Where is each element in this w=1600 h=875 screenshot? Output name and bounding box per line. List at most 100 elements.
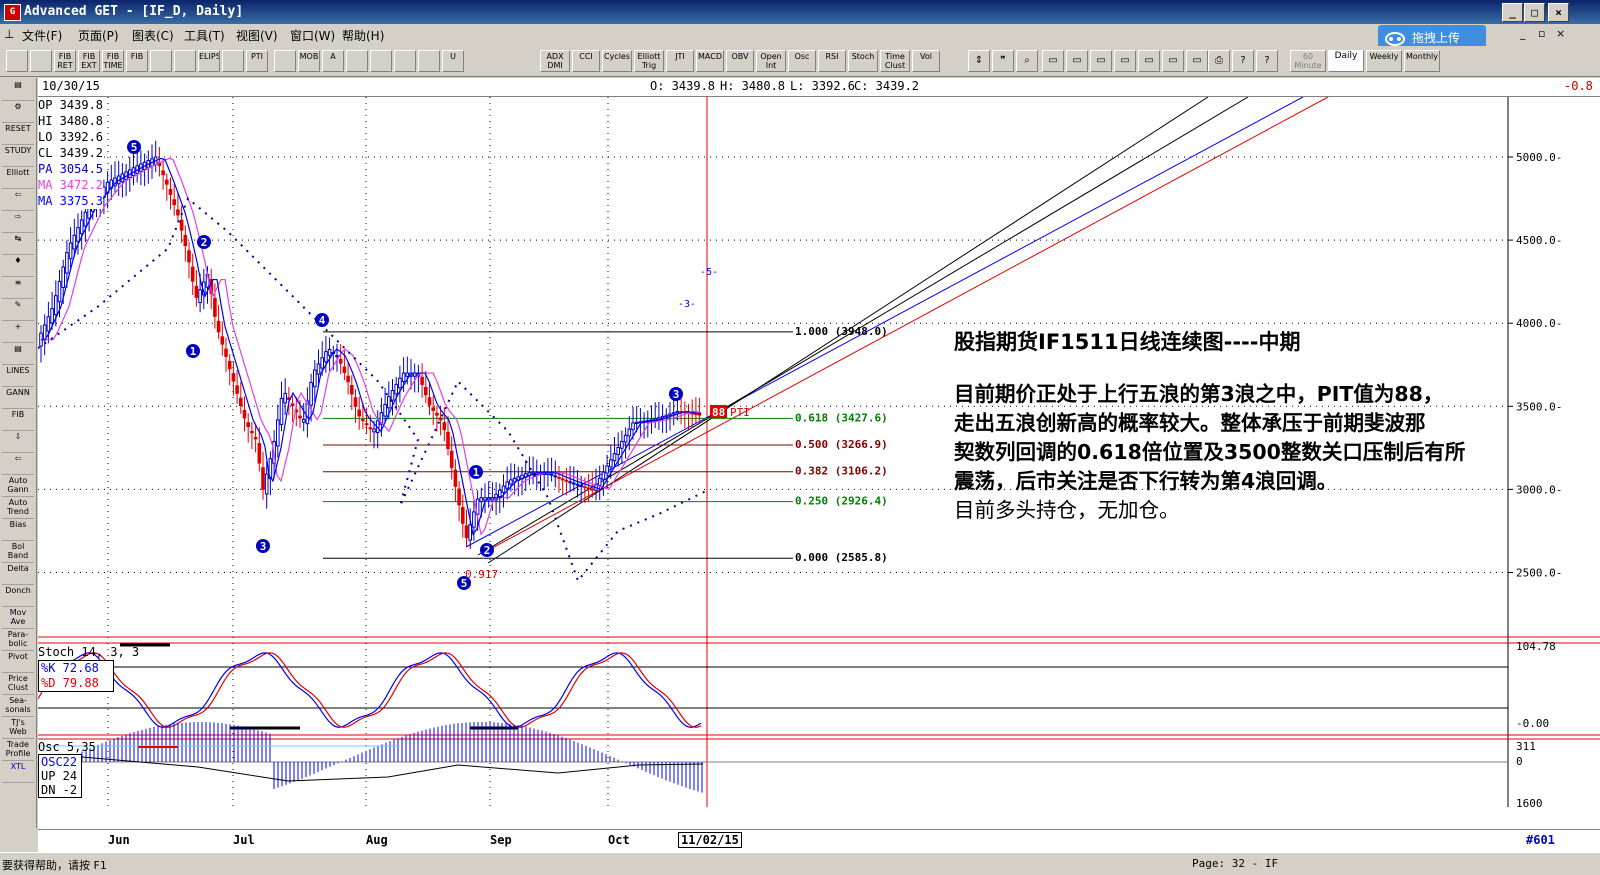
side-tool-button[interactable]: Pivot: [2, 652, 34, 673]
page-tool-button[interactable]: ▭: [1114, 50, 1136, 72]
ohlc-hi: HI 3480.8: [38, 114, 104, 128]
toolbar-tool-button[interactable]: FIB EXT: [78, 50, 100, 72]
timeframe-button-monthly[interactable]: Monthly: [1404, 50, 1440, 72]
side-tool-button[interactable]: RESET: [2, 124, 34, 145]
menu-chart[interactable]: 图表(C): [132, 27, 174, 44]
side-tool-button[interactable]: TJ's Web: [2, 718, 34, 739]
menu-page[interactable]: 页面(P): [78, 27, 119, 44]
page-tool-button[interactable]: ▭: [1162, 50, 1184, 72]
timeframe-button-weekly[interactable]: Weekly: [1366, 50, 1402, 72]
indicator-button[interactable]: OBV: [726, 50, 754, 72]
side-tool-button[interactable]: FIB: [2, 410, 34, 431]
side-tool-button[interactable]: Para-bolic: [2, 630, 34, 651]
toolbar-tool-button[interactable]: ⌕: [1016, 50, 1038, 72]
toolbar-tool-button[interactable]: [30, 50, 52, 72]
indicator-button[interactable]: Vol: [912, 50, 940, 72]
menu-help[interactable]: 帮助(H): [342, 27, 384, 44]
toolbar-tool-button[interactable]: A: [322, 50, 344, 72]
status-help: 要获得帮助，请按 F1: [2, 859, 107, 872]
minimize-button[interactable]: _: [1502, 3, 1523, 22]
maximize-button[interactable]: □: [1524, 3, 1545, 22]
side-tool-button[interactable]: ⇦: [2, 454, 34, 475]
toolbar-tool-button[interactable]: ❞: [992, 50, 1014, 72]
side-tool-button[interactable]: LINES: [2, 366, 34, 387]
chart-area[interactable]: 5000.0- 4500.0- 4000.0- 3500.0- 3000.0- 2500.…: [38, 97, 1600, 841]
mdi-minimize-button[interactable]: _: [1520, 27, 1526, 40]
side-tool-button[interactable]: Bol Band: [2, 542, 34, 563]
candle-body: [387, 396, 391, 409]
indicator-button[interactable]: Cycles: [602, 50, 632, 72]
menu-file[interactable]: 文件(F): [22, 27, 62, 44]
help-tool-button[interactable]: ⎙: [1208, 50, 1230, 72]
side-tool-button[interactable]: GANN: [2, 388, 34, 409]
page-tool-button[interactable]: ▭: [1138, 50, 1160, 72]
indicator-button[interactable]: CCI: [572, 50, 600, 72]
close-button[interactable]: ×: [1548, 3, 1569, 22]
page-tool-button[interactable]: ▭: [1090, 50, 1112, 72]
side-tool-button[interactable]: Bias: [2, 520, 34, 541]
side-tool-button[interactable]: Delta: [2, 564, 34, 585]
timeframe-button-daily[interactable]: Daily: [1328, 50, 1364, 72]
toolbar-tool-button[interactable]: U: [442, 50, 464, 72]
toolbar-tool-button[interactable]: [6, 50, 28, 72]
side-tool-button[interactable]: Auto Gann: [2, 476, 34, 497]
indicator-button[interactable]: MACD: [696, 50, 724, 72]
side-tool-button[interactable]: ⇦: [2, 190, 34, 211]
side-tool-button[interactable]: Trade Profile: [2, 740, 34, 761]
menu-window[interactable]: 窗口(W): [290, 27, 335, 44]
indicator-button[interactable]: ADX DMI: [540, 50, 570, 72]
side-tool-button[interactable]: ♦: [2, 256, 34, 277]
side-tool-button[interactable]: Auto Trend: [2, 498, 34, 519]
side-tool-button[interactable]: ⚙: [2, 102, 34, 123]
page-tool-button[interactable]: ▭: [1066, 50, 1088, 72]
mdi-close-button[interactable]: ×: [1556, 27, 1565, 40]
side-tool-button[interactable]: Price Clust: [2, 674, 34, 695]
indicator-button[interactable]: Time Clust: [880, 50, 910, 72]
side-tool-button[interactable]: Donch: [2, 586, 34, 607]
indicator-button[interactable]: JTI: [666, 50, 694, 72]
page-tool-button[interactable]: ▭: [1186, 50, 1208, 72]
toolbar-tool-button[interactable]: [150, 50, 172, 72]
help-tool-button[interactable]: ?: [1256, 50, 1278, 72]
indicator-button[interactable]: Elliott Trig: [634, 50, 664, 72]
menu-view[interactable]: 视图(V): [236, 27, 278, 44]
mdi-restore-button[interactable]: ▫: [1538, 27, 1545, 40]
side-tool-button[interactable]: ≡: [2, 278, 34, 299]
toolbar-tool-button[interactable]: ⇕: [968, 50, 990, 72]
toolbar-tool-button[interactable]: ELIPS: [198, 50, 220, 72]
toolbar-tool-button[interactable]: [346, 50, 368, 72]
indicator-button[interactable]: Open Int: [756, 50, 786, 72]
side-tool-button[interactable]: +: [2, 322, 34, 343]
indicator-button[interactable]: Osc: [788, 50, 816, 72]
menu-tools[interactable]: 工具(T): [184, 27, 225, 44]
side-tool-button[interactable]: ↹: [2, 234, 34, 255]
side-tool-button[interactable]: STUDY: [2, 146, 34, 167]
toolbar-tool-button[interactable]: FIB: [126, 50, 148, 72]
toolbar-tool-button[interactable]: [274, 50, 296, 72]
side-tool-button[interactable]: ▤: [2, 344, 34, 365]
side-tool-button[interactable]: ▤: [2, 80, 34, 101]
toolbar-tool-button[interactable]: [222, 50, 244, 72]
side-tool-button[interactable]: Elliott: [2, 168, 34, 189]
toolbar-tool-button[interactable]: PTI: [246, 50, 268, 72]
indicator-button[interactable]: RSI: [818, 50, 846, 72]
toolbar-tool-button[interactable]: [418, 50, 440, 72]
side-tool-button[interactable]: XTL: [2, 762, 34, 783]
toolbar-tool-button[interactable]: MOB: [298, 50, 320, 72]
indicator-button[interactable]: Stoch: [848, 50, 878, 72]
side-tool-button[interactable]: ✎: [2, 300, 34, 321]
side-tool-button[interactable]: Sea-sonals: [2, 696, 34, 717]
candle-body: [575, 483, 580, 486]
side-tool-button[interactable]: Mov Ave: [2, 608, 34, 629]
toolbar-tool-button[interactable]: FIB RET: [54, 50, 76, 72]
page-tool-button[interactable]: ▭: [1042, 50, 1064, 72]
toolbar-tool-button[interactable]: FIB TIME: [102, 50, 124, 72]
toolbar-tool-button[interactable]: [370, 50, 392, 72]
toolbar-tool-button[interactable]: [174, 50, 196, 72]
side-tool-button[interactable]: ⇩: [2, 432, 34, 453]
osc-value: OSC22: [41, 755, 78, 769]
help-tool-button[interactable]: ?: [1232, 50, 1254, 72]
side-tool-button[interactable]: ⇨: [2, 212, 34, 233]
timeframe-button-60-minute[interactable]: 60 Minute: [1290, 50, 1326, 72]
toolbar-tool-button[interactable]: [394, 50, 416, 72]
